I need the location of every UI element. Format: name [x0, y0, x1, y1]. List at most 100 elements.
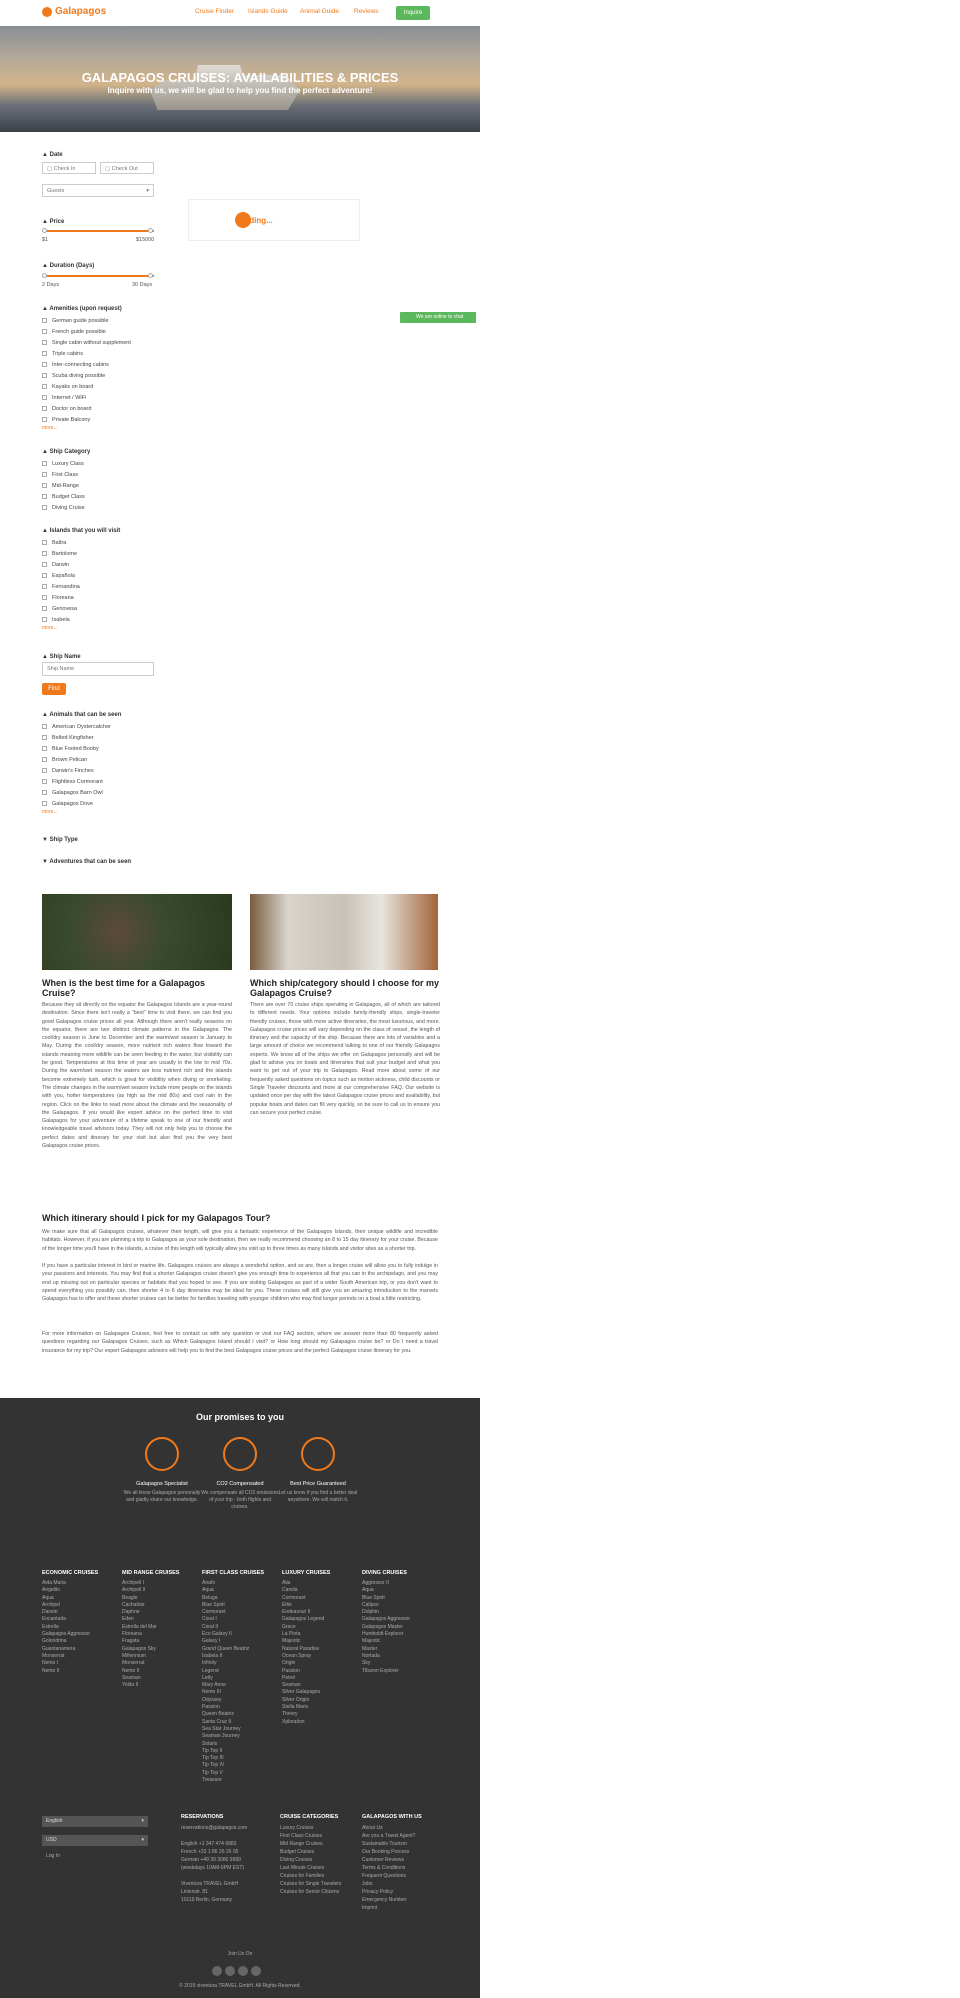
facebook-icon[interactable] [225, 1966, 235, 1976]
currency-select[interactable]: USD ▾ [42, 1835, 148, 1846]
ship-link[interactable]: Archipel [42, 1602, 98, 1609]
ship-link[interactable]: Seaman [122, 1675, 179, 1682]
ship-link[interactable]: Endeavour II [282, 1609, 330, 1616]
checkbox[interactable] [42, 483, 47, 488]
ship-link[interactable]: Galapagos Aggressor [42, 1631, 98, 1638]
checkbox[interactable] [42, 384, 47, 389]
amenity-option[interactable]: Triple cabins [42, 348, 154, 359]
checkbox[interactable] [42, 340, 47, 345]
animal-option[interactable]: Galapagos Barn Owl [42, 787, 154, 798]
ship-link[interactable]: Blue Spirit [202, 1602, 264, 1609]
footer-link[interactable]: Jobs [362, 1880, 415, 1888]
checkbox[interactable] [42, 329, 47, 334]
ship-link[interactable]: Fragata [122, 1638, 179, 1645]
twitter-icon[interactable] [212, 1966, 222, 1976]
footer-link[interactable]: Privacy Policy [362, 1888, 415, 1896]
ship-link[interactable]: Isabela II [202, 1653, 264, 1660]
ship-link[interactable]: Tiburon Explorer [362, 1668, 410, 1675]
checkbox[interactable] [42, 757, 47, 762]
ship-link[interactable]: Encantada [42, 1616, 98, 1623]
amenity-option[interactable]: Doctor on board [42, 403, 154, 414]
category-option[interactable]: Diving Cruise [42, 502, 154, 513]
filter-ship-title[interactable]: ▲ Ship Name [42, 650, 154, 660]
ship-link[interactable]: Majestic [362, 1638, 410, 1645]
animal-option[interactable]: American Oystercatcher [42, 721, 154, 732]
ship-link[interactable]: Petrel [282, 1675, 330, 1682]
checkbox[interactable] [42, 540, 47, 545]
footer-link[interactable]: Emergency Number [362, 1896, 415, 1904]
ship-link[interactable]: Angelito [42, 1587, 98, 1594]
ship-link[interactable]: Archipell II [122, 1587, 179, 1594]
guests-select[interactable]: Guests ▾ [42, 184, 154, 197]
island-option[interactable]: Genovesa [42, 603, 154, 614]
filter-adventures-title[interactable]: ▼ Adventures that can be seen [42, 855, 154, 865]
ship-link[interactable]: Estrella del Mar [122, 1624, 179, 1631]
filter-shiptype-title[interactable]: ▼ Ship Type [42, 833, 154, 843]
ship-link[interactable]: Seaman Journey [202, 1733, 264, 1740]
ship-link[interactable]: Silver Galapagos [282, 1689, 330, 1696]
island-option[interactable]: Española [42, 570, 154, 581]
login-link[interactable]: Log In [46, 1852, 60, 1860]
footer-link[interactable]: First Class Cruises [280, 1832, 341, 1840]
checkbox[interactable] [42, 573, 47, 578]
island-option[interactable]: Fernandina [42, 581, 154, 592]
ship-link[interactable]: Alia [282, 1580, 330, 1587]
ship-link[interactable]: Nemo II [122, 1668, 179, 1675]
ship-link[interactable]: Origin [282, 1660, 330, 1667]
ship-link[interactable]: Anahi [202, 1580, 264, 1587]
ship-link[interactable]: Queen Beatriz [202, 1711, 264, 1718]
ship-link[interactable]: Infinity [202, 1660, 264, 1667]
pinterest-icon[interactable] [238, 1966, 248, 1976]
ship-link[interactable]: Humboldt Explorer [362, 1631, 410, 1638]
ship-link[interactable]: Galapagos Legend [282, 1616, 330, 1623]
amenity-option[interactable]: German guide possible [42, 315, 154, 326]
checkbox[interactable] [42, 351, 47, 356]
language-select[interactable]: English ▾ [42, 1816, 148, 1827]
footer-link[interactable]: Diving Cruises [280, 1856, 341, 1864]
ship-link[interactable]: Master [362, 1646, 410, 1653]
ship-link[interactable]: Millennium [122, 1653, 179, 1660]
ship-link[interactable]: Nemo I [42, 1660, 98, 1667]
ship-link[interactable]: Guantanamera [42, 1646, 98, 1653]
ship-link[interactable]: Sky [362, 1660, 410, 1667]
animal-option[interactable]: Belted Kingfisher [42, 732, 154, 743]
ship-link[interactable]: Eco Galaxy II [202, 1631, 264, 1638]
checkbox[interactable] [42, 362, 47, 367]
checkbox[interactable] [42, 779, 47, 784]
footer-link[interactable]: Are you a Travel Agent? [362, 1832, 415, 1840]
island-option[interactable]: Isabela [42, 614, 154, 625]
islands-title[interactable]: ▲ Islands that you will visit [42, 528, 154, 534]
ship-link[interactable]: Legend [202, 1668, 264, 1675]
ship-link[interactable]: Nortada [362, 1653, 410, 1660]
amenity-option[interactable]: Inter-connecting cabins [42, 359, 154, 370]
ship-link[interactable]: Galapagos Master [362, 1624, 410, 1631]
duration-slider[interactable] [42, 273, 154, 278]
ship-link[interactable]: Daphne [122, 1609, 179, 1616]
footer-link[interactable]: Frequent Questions [362, 1872, 415, 1880]
filter-date-title[interactable]: ▲ Date [42, 148, 154, 158]
ship-link[interactable]: Silver Origin [282, 1697, 330, 1704]
animals-title[interactable]: ▲ Animals that can be seen [42, 712, 154, 718]
duration-min-handle[interactable] [42, 273, 47, 278]
checkbox[interactable] [42, 801, 47, 806]
price-max-handle[interactable] [148, 228, 153, 233]
ship-link[interactable]: Aqua [42, 1595, 98, 1602]
ship-link[interactable]: Cachalote [122, 1602, 179, 1609]
ship-link[interactable]: Elite [282, 1602, 330, 1609]
ship-link[interactable]: Aqua [362, 1587, 410, 1594]
footer-link[interactable]: Cruises for Senior Citizens [280, 1888, 341, 1896]
amenities-more-link[interactable]: more... [42, 425, 154, 431]
ship-link[interactable]: Xploration [282, 1719, 330, 1726]
ship-link[interactable]: Estrella [42, 1624, 98, 1631]
footer-link[interactable]: Cruises for Single Travelers [280, 1880, 341, 1888]
checkbox[interactable] [42, 505, 47, 510]
ship-link[interactable]: Golondrina [42, 1638, 98, 1645]
ship-link[interactable]: Nemo II [42, 1668, 98, 1675]
checkbox[interactable] [42, 461, 47, 466]
amenity-option[interactable]: Kayaks on board [42, 381, 154, 392]
ship-link[interactable]: Galaxy I [202, 1638, 264, 1645]
category-option[interactable]: Luxury Class [42, 458, 154, 469]
find-button[interactable]: Find [42, 683, 66, 695]
ship-link[interactable]: Grace [282, 1624, 330, 1631]
ship-name-input[interactable] [42, 662, 154, 676]
